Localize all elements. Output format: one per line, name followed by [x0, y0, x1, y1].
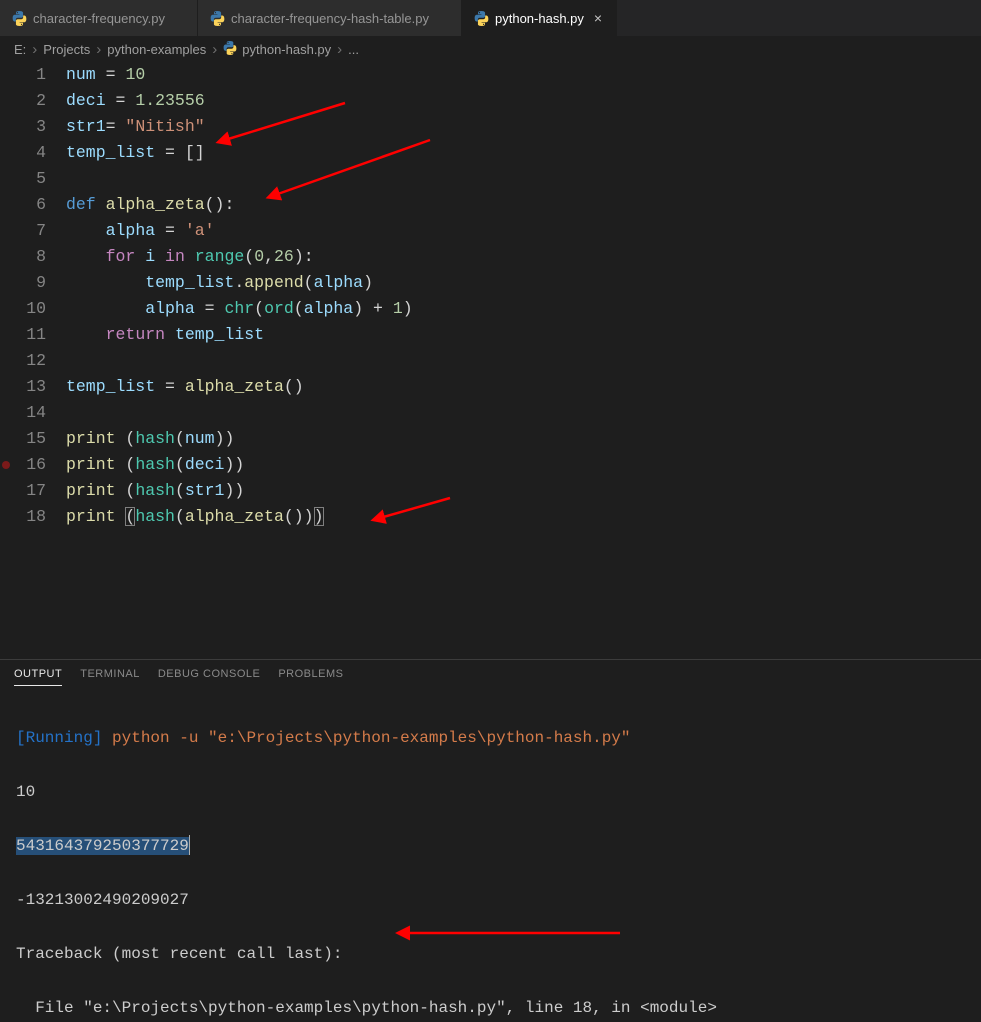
output-line: [Running] python -u "e:\Projects\python-… [16, 725, 965, 752]
editor-tab[interactable]: character-frequency-hash-table.py× [198, 0, 462, 36]
editor-tab[interactable]: character-frequency.py× [0, 0, 198, 36]
breadcrumb-segment[interactable]: python-examples [107, 42, 206, 57]
panel-tab[interactable]: TERMINAL [80, 668, 140, 686]
code-line[interactable]: 7 alpha = 'a' [0, 218, 981, 244]
python-file-icon [12, 11, 27, 26]
line-number: 7 [12, 218, 66, 244]
code-line[interactable]: 4temp_list = [] [0, 140, 981, 166]
breakpoint-gutter[interactable] [0, 478, 12, 504]
breakpoint-gutter[interactable] [0, 88, 12, 114]
breakpoint-gutter[interactable] [0, 114, 12, 140]
chevron-right-icon: › [335, 41, 344, 58]
breakpoint-gutter[interactable] [0, 426, 12, 452]
panel-tab[interactable]: PROBLEMS [278, 668, 343, 686]
editor-tab[interactable]: python-hash.py × [462, 0, 617, 36]
line-number: 11 [12, 322, 66, 348]
tab-label: python-hash.py [495, 11, 584, 26]
output-pane[interactable]: [Running] python -u "e:\Projects\python-… [0, 690, 981, 1022]
tab-label: character-frequency-hash-table.py [231, 11, 429, 26]
output-line: 10 [16, 779, 965, 806]
code-line[interactable]: 15print (hash(num)) [0, 426, 981, 452]
breakpoint-gutter[interactable] [0, 504, 12, 530]
line-number: 15 [12, 426, 66, 452]
breakpoint-gutter[interactable] [0, 348, 12, 374]
code-line[interactable]: 13temp_list = alpha_zeta() [0, 374, 981, 400]
code-line[interactable]: 6def alpha_zeta(): [0, 192, 981, 218]
output-line: Traceback (most recent call last): [16, 941, 965, 968]
line-number: 17 [12, 478, 66, 504]
code-line[interactable]: 8 for i in range(0,26): [0, 244, 981, 270]
line-number: 18 [12, 504, 66, 530]
python-file-icon [474, 11, 489, 26]
chevron-right-icon: › [94, 41, 103, 58]
line-number: 1 [12, 62, 66, 88]
breakpoint-gutter[interactable] [0, 270, 12, 296]
breakpoint-gutter[interactable] [0, 244, 12, 270]
output-line: -13213002490209027 [16, 887, 965, 914]
line-number: 16 [12, 452, 66, 478]
line-number: 9 [12, 270, 66, 296]
line-number: 13 [12, 374, 66, 400]
line-number: 8 [12, 244, 66, 270]
chevron-right-icon: › [210, 41, 219, 58]
code-line[interactable]: 16print (hash(deci)) [0, 452, 981, 478]
code-line[interactable]: 18print (hash(alpha_zeta())) [0, 504, 981, 530]
breakpoint-gutter[interactable] [0, 296, 12, 322]
chevron-right-icon: › [30, 41, 39, 58]
line-number: 6 [12, 192, 66, 218]
breakpoint-gutter[interactable] [0, 166, 12, 192]
close-icon[interactable]: × [590, 10, 606, 26]
tab-bar: character-frequency.py×character-frequen… [0, 0, 981, 36]
line-number: 2 [12, 88, 66, 114]
breakpoint-gutter[interactable] [0, 400, 12, 426]
python-file-icon [223, 41, 237, 58]
line-number: 4 [12, 140, 66, 166]
breakpoint-gutter[interactable] [0, 62, 12, 88]
bottom-panel: OUTPUT TERMINAL DEBUG CONSOLE PROBLEMS [Run… [0, 659, 981, 1022]
code-editor[interactable]: 1num = 102deci = 1.235563str1= "Nitish"4… [0, 62, 981, 530]
code-line[interactable]: 11 return temp_list [0, 322, 981, 348]
code-line[interactable]: 5 [0, 166, 981, 192]
breakpoint-gutter[interactable] [0, 322, 12, 348]
line-number: 5 [12, 166, 66, 192]
line-number: 14 [12, 400, 66, 426]
code-line[interactable]: 9 temp_list.append(alpha) [0, 270, 981, 296]
line-number: 10 [12, 296, 66, 322]
code-line[interactable]: 17print (hash(str1)) [0, 478, 981, 504]
breakpoint-gutter[interactable] [0, 374, 12, 400]
code-line[interactable]: 2deci = 1.23556 [0, 88, 981, 114]
code-line[interactable]: 12 [0, 348, 981, 374]
breakpoint-gutter[interactable] [0, 192, 12, 218]
line-number: 12 [12, 348, 66, 374]
breakpoint-gutter[interactable] [0, 140, 12, 166]
tab-label: character-frequency.py [33, 11, 165, 26]
code-line[interactable]: 10 alpha = chr(ord(alpha) + 1) [0, 296, 981, 322]
code-line[interactable]: 3str1= "Nitish" [0, 114, 981, 140]
breakpoint-gutter[interactable] [0, 452, 12, 478]
breakpoint-gutter[interactable] [0, 218, 12, 244]
panel-tab[interactable]: DEBUG CONSOLE [158, 668, 260, 686]
breadcrumb-segment[interactable]: Projects [43, 42, 90, 57]
code-line[interactable]: 14 [0, 400, 981, 426]
breadcrumb-segment[interactable]: E: [14, 42, 26, 57]
breadcrumb: E: › Projects › python-examples › python… [0, 36, 981, 62]
code-line[interactable]: 1num = 10 [0, 62, 981, 88]
breakpoint-icon[interactable] [2, 461, 10, 469]
breadcrumb-file[interactable]: python-hash.py [223, 41, 331, 58]
output-line: 543164379250377729 [16, 833, 965, 860]
line-number: 3 [12, 114, 66, 140]
breadcrumb-trail[interactable]: ... [348, 42, 359, 57]
python-file-icon [210, 11, 225, 26]
output-line: File "e:\Projects\python-examples\python… [16, 995, 965, 1022]
panel-tab-bar: OUTPUT TERMINAL DEBUG CONSOLE PROBLEMS [0, 660, 981, 690]
panel-tab[interactable]: OUTPUT [14, 668, 62, 686]
